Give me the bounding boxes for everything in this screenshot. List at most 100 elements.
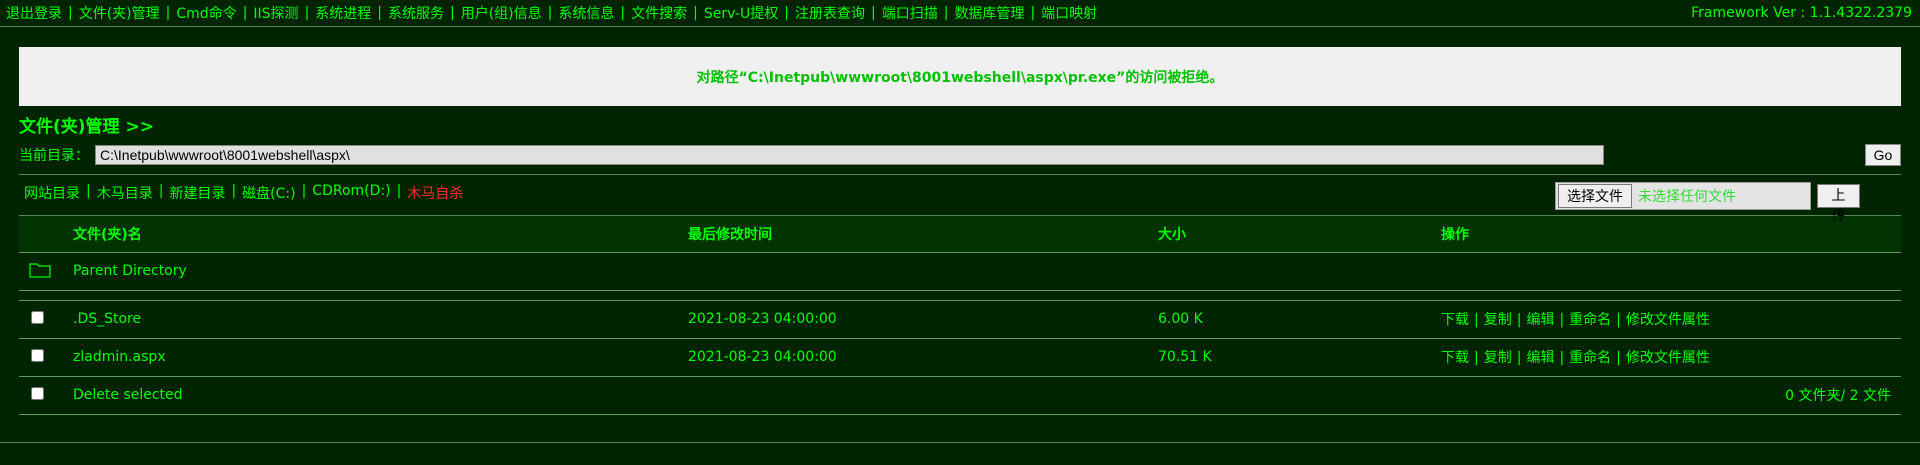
parent-directory-row[interactable]: Parent Directory [19,252,1901,291]
error-message: 对路径“C:\Inetpub\wwwroot\8001webshell\aspx… [19,47,1901,106]
nav-separator: | [943,5,949,21]
file-checkbox[interactable] [31,310,44,324]
nav-separator: | [450,5,455,21]
op-rename[interactable]: 重命名 [1569,350,1611,366]
nav-cmd[interactable]: Cmd命令 [176,3,236,23]
main-nav: 退出登录 | 文件(夹)管理 | Cmd命令 | IIS探测 | 系统进程 | … [6,3,1097,23]
nav-separator: | [165,5,171,21]
nav-servu[interactable]: Serv-U提权 [704,3,778,23]
delete-selected-row: Delete selected 0 文件夹/ 2 文件 [19,376,1901,415]
tools-row: 网站目录 | 木马目录 | 新建目录 | 磁盘(C:) | CDRom(D:) … [19,175,1901,223]
go-button[interactable]: Go [1865,144,1901,166]
nav-file-manager[interactable]: 文件(夹)管理 [79,3,160,23]
op-edit[interactable]: 编辑 [1526,312,1554,328]
op-copy[interactable]: 复制 [1484,312,1512,328]
nav-iis-probe[interactable]: IIS探测 [253,3,298,23]
link-separator: | [301,183,307,199]
op-attributes[interactable]: 修改文件属性 [1626,350,1710,366]
choose-file-button[interactable]: 选择文件 [1558,184,1632,208]
file-summary: 0 文件夹/ 2 文件 [1441,376,1901,415]
op-copy[interactable]: 复制 [1484,350,1512,366]
parent-icon-cell [19,252,73,291]
link-shell-dir[interactable]: 木马目录 [97,183,153,203]
quick-links: 网站目录 | 木马目录 | 新建目录 | 磁盘(C:) | CDRom(D:) … [24,183,463,203]
nav-separator: | [871,5,876,21]
link-web-root[interactable]: 网站目录 [24,183,80,203]
delete-selected-link[interactable]: Delete selected [73,387,183,403]
nav-system-info[interactable]: 系统信息 [558,3,614,23]
main-content: 对路径“C:\Inetpub\wwwroot\8001webshell\aspx… [19,47,1901,415]
no-file-text: 未选择任何文件 [1638,189,1736,205]
nav-port-map[interactable]: 端口映射 [1041,3,1097,23]
file-ops: 下载 | 复制 | 编辑 | 重命名 | 修改文件属性 [1441,338,1901,377]
op-separator: | [1616,350,1621,366]
upload-button[interactable]: 上传 [1816,184,1860,223]
bottom-divider [0,442,1920,443]
current-dir-input[interactable] [95,145,1604,165]
header-size: 大小 [1158,216,1441,253]
framework-version: Framework Ver : 1.1.4322.2379 [1691,5,1912,21]
header-modified: 最后修改时间 [688,216,1158,253]
nav-users-groups[interactable]: 用户(组)信息 [461,3,542,23]
file-modified: 2021-08-23 04:00:00 [688,338,1158,377]
nav-separator: | [304,5,310,21]
table-row: zladmin.aspx 2021-08-23 04:00:00 70.51 K… [19,338,1901,377]
link-separator: | [396,183,402,199]
file-ops: 下载 | 复制 | 编辑 | 重命名 | 修改文件属性 [1441,300,1901,339]
nav-processes[interactable]: 系统进程 [315,3,371,23]
current-dir-label: 当前目录： [19,148,89,164]
file-modified: 2021-08-23 04:00:00 [688,300,1158,339]
folder-icon [29,261,51,282]
op-separator: | [1616,312,1621,328]
nav-services[interactable]: 系统服务 [388,3,444,23]
nav-separator: | [1030,5,1036,21]
op-download[interactable]: 下载 [1441,350,1469,366]
link-self-delete[interactable]: 木马自杀 [407,183,463,203]
nav-separator: | [377,5,382,21]
file-picker[interactable]: 选择文件 未选择任何文件 [1555,182,1811,210]
op-separator: | [1516,350,1522,366]
link-drive-c[interactable]: 磁盘(C:) [242,183,295,203]
nav-separator: | [784,5,789,21]
nav-separator: | [693,5,698,21]
nav-separator: | [620,5,626,21]
nav-separator: | [547,5,553,21]
table-spacer [19,290,1901,301]
nav-registry[interactable]: 注册表查询 [795,3,865,23]
table-row: .DS_Store 2021-08-23 04:00:00 6.00 K 下载 |… [19,300,1901,339]
op-separator: | [1516,312,1522,328]
file-checkbox[interactable] [31,348,44,362]
nav-file-search[interactable]: 文件搜索 [631,3,687,23]
link-separator: | [158,183,164,199]
select-all-checkbox[interactable] [31,386,44,400]
nav-database[interactable]: 数据库管理 [954,3,1024,23]
op-separator: | [1474,350,1479,366]
header-name: 文件(夹)名 [73,216,688,253]
op-rename[interactable]: 重命名 [1569,312,1611,328]
op-download[interactable]: 下载 [1441,312,1469,328]
op-separator: | [1474,312,1479,328]
header-select [19,216,73,253]
table-header-row: 文件(夹)名 最后修改时间 大小 操作 [19,216,1901,253]
nav-separator: | [68,5,73,21]
link-separator: | [86,183,91,199]
parent-directory-link[interactable]: Parent Directory [73,263,187,279]
op-attributes[interactable]: 修改文件属性 [1626,312,1710,328]
file-table: 文件(夹)名 最后修改时间 大小 操作 Parent Directory .DS… [19,216,1901,415]
file-size: 70.51 K [1158,338,1441,377]
file-name-link[interactable]: zladmin.aspx [73,349,166,365]
file-size: 6.00 K [1158,300,1441,339]
nav-logout[interactable]: 退出登录 [6,3,62,23]
file-name-link[interactable]: .DS_Store [73,311,141,327]
section-title: 文件(夹)管理 >> [19,117,154,137]
nav-separator: | [242,5,248,21]
op-separator: | [1559,350,1565,366]
link-cdrom-d[interactable]: CDRom(D:) [312,183,390,203]
op-edit[interactable]: 编辑 [1526,350,1554,366]
op-separator: | [1559,312,1565,328]
link-new-dir[interactable]: 新建目录 [169,183,225,203]
upload-box: 选择文件 未选择任何文件 上传 [1555,182,1860,223]
top-bar: 退出登录 | 文件(夹)管理 | Cmd命令 | IIS探测 | 系统进程 | … [0,0,1920,27]
nav-port-scan[interactable]: 端口扫描 [882,3,938,23]
link-separator: | [231,183,237,199]
